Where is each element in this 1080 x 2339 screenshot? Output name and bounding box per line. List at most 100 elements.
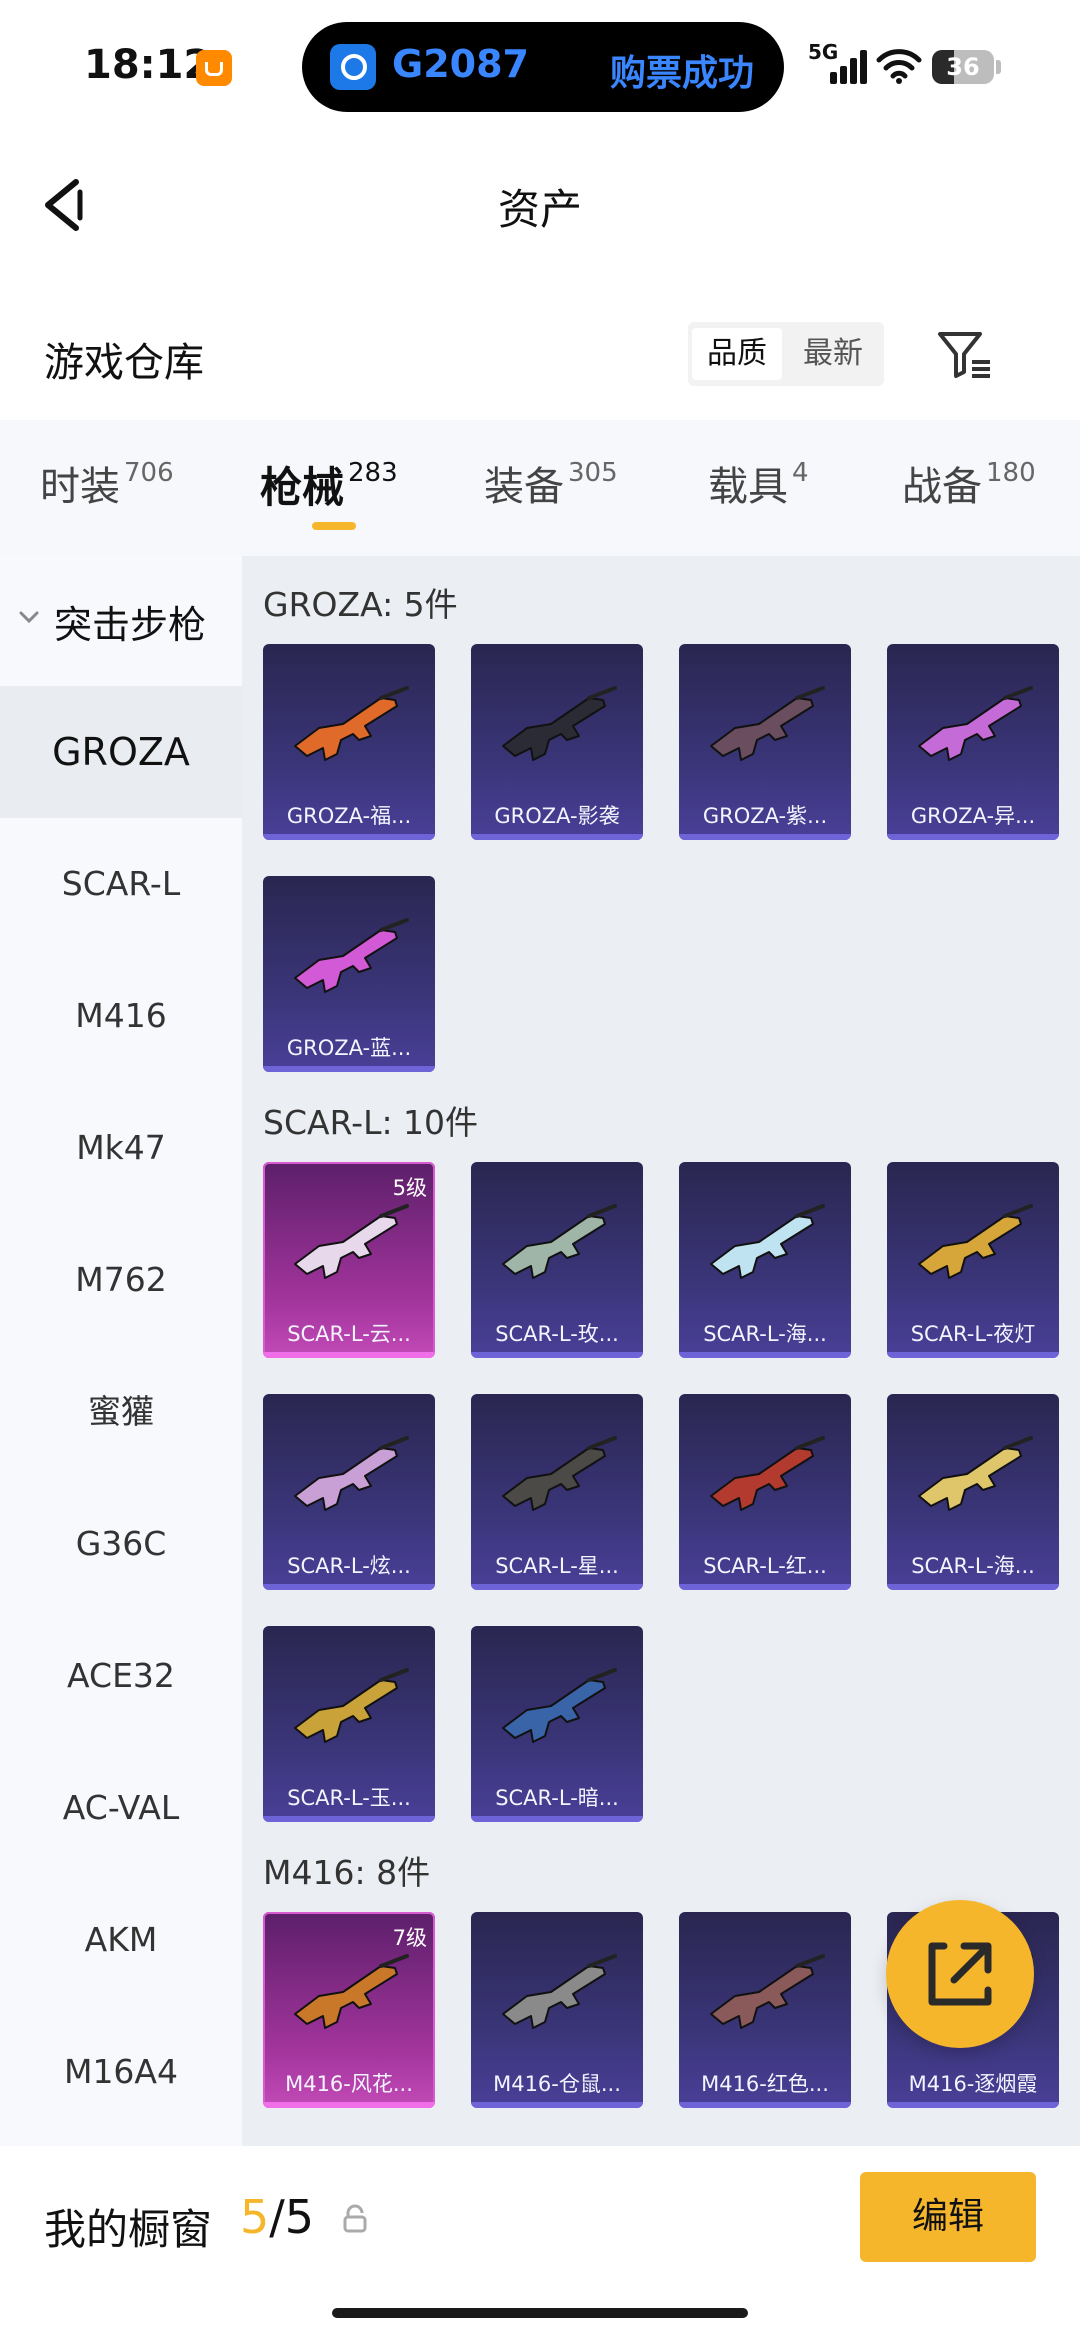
rifle-icon <box>918 1204 1033 1279</box>
shopping-app-icon <box>196 50 232 86</box>
lock-icon <box>343 2204 367 2233</box>
rarity-bar <box>263 834 435 840</box>
skin-name: SCAR-L-海... <box>911 1554 1035 1578</box>
showcase-count: 5/5 <box>240 2190 314 2244</box>
skin-name: M416-逐烟霞 <box>908 2072 1038 2096</box>
rarity-bar <box>887 1352 1059 1358</box>
tab-count: 4 <box>792 458 809 488</box>
island-message: 购票成功 <box>609 53 754 94</box>
sidebar-item-akm[interactable]: AKM <box>0 1874 242 2006</box>
skin-card[interactable]: SCAR-L-海... <box>679 1162 851 1358</box>
sidebar-item-m16a4[interactable]: M16A4 <box>0 2006 242 2138</box>
skin-name: SCAR-L-红... <box>703 1554 827 1578</box>
skin-name: M416-仓鼠... <box>493 2072 621 2096</box>
skin-card[interactable]: SCAR-L-玉... <box>263 1626 435 1822</box>
skin-name: SCAR-L-星... <box>495 1554 619 1578</box>
tab-vehicles[interactable]: 载具 4 <box>708 454 809 512</box>
sidebar-item-g36c[interactable]: G36C <box>0 1478 242 1610</box>
sort-newest-button[interactable]: 最新 <box>788 328 878 380</box>
skin-card[interactable]: M416-仓鼠... <box>471 1912 643 2108</box>
skin-name: M416-风花... <box>285 2072 413 2096</box>
tab-label: 载具 <box>708 464 788 510</box>
rifle-icon <box>710 1954 825 2029</box>
battery-level: 36 <box>946 53 980 81</box>
sidebar-item-m762[interactable]: M762 <box>0 1214 242 1346</box>
skin-card[interactable]: GROZA-影袭 <box>471 644 643 840</box>
skin-name: SCAR-L-炫... <box>287 1554 411 1578</box>
sidebar-item-ac-val[interactable]: AC-VAL <box>0 1742 242 1874</box>
rarity-bar <box>887 1584 1059 1590</box>
rarity-bar <box>887 834 1059 840</box>
showcase-current: 5 <box>240 2190 270 2244</box>
skin-name: SCAR-L-暗... <box>495 1786 619 1810</box>
showcase-total: 5 <box>284 2190 315 2244</box>
sidebar-item-scar-l[interactable]: SCAR-L <box>0 818 242 950</box>
rifle-icon <box>294 686 409 761</box>
skin-card[interactable]: SCAR-L-夜灯 <box>887 1162 1059 1358</box>
tab-equipment[interactable]: 装备 305 <box>484 454 618 512</box>
rarity-bar <box>679 1584 851 1590</box>
skin-card[interactable]: GROZA-异... <box>887 644 1059 840</box>
rifle-icon <box>294 1954 409 2029</box>
tab-label: 装备 <box>484 464 564 510</box>
share-out-icon <box>928 1942 992 2006</box>
skin-name: SCAR-L-海... <box>703 1322 827 1346</box>
skin-name: SCAR-L-云... <box>287 1322 411 1346</box>
skin-name: GROZA-异... <box>910 804 1036 828</box>
skin-card[interactable]: 7级 M416-风花... <box>263 1912 435 2108</box>
island-train-number: G2087 <box>392 42 529 86</box>
tab-fashion[interactable]: 时装 706 <box>40 454 174 512</box>
rarity-bar <box>263 1352 435 1358</box>
skin-card[interactable]: SCAR-L-玫... <box>471 1162 643 1358</box>
rifle-icon <box>918 1436 1033 1511</box>
chevron-down-icon <box>19 611 39 624</box>
rifle-icon <box>294 1204 409 1279</box>
skin-card[interactable]: SCAR-L-海... <box>887 1394 1059 1590</box>
rarity-bar <box>679 834 851 840</box>
cellular-signal-icon <box>830 48 870 84</box>
filter-icon[interactable] <box>936 328 992 380</box>
grade-badge: 5级 <box>392 1176 427 1200</box>
rifle-icon <box>710 1204 825 1279</box>
sort-quality-button[interactable]: 品质 <box>692 328 782 380</box>
sidebar-item-groza[interactable]: GROZA <box>0 686 242 818</box>
dynamic-island[interactable]: G2087 购票成功 <box>302 22 784 112</box>
railway-app-icon <box>330 44 376 90</box>
rarity-bar <box>471 1584 643 1590</box>
skin-name: SCAR-L-玉... <box>287 1786 411 1810</box>
skin-card[interactable]: GROZA-紫... <box>679 644 851 840</box>
skin-name: SCAR-L-玫... <box>495 1322 619 1346</box>
rifle-icon <box>502 1204 617 1279</box>
sidebar-item-ace32[interactable]: ACE32 <box>0 1610 242 1742</box>
sidebar-group-label: 突击步枪 <box>54 603 207 647</box>
sort-toggle: 品质 最新 <box>688 322 884 386</box>
sidebar-item-m416[interactable]: M416 <box>0 950 242 1082</box>
sidebar-group-header[interactable]: 突击步枪 <box>0 556 242 684</box>
skin-card[interactable]: SCAR-L-炫... <box>263 1394 435 1590</box>
skin-card[interactable]: SCAR-L-红... <box>679 1394 851 1590</box>
rifle-icon <box>294 1668 409 1743</box>
skin-card[interactable]: GROZA-蓝... <box>263 876 435 1072</box>
skin-card[interactable]: SCAR-L-暗... <box>471 1626 643 1822</box>
skin-name: GROZA-蓝... <box>286 1036 412 1060</box>
wifi-icon <box>876 49 922 84</box>
tab-label: 枪械 <box>260 463 345 512</box>
rarity-bar <box>263 1584 435 1590</box>
tab-combat-gear[interactable]: 战备 180 <box>902 454 1036 512</box>
sidebar-item-mk47[interactable]: Mk47 <box>0 1082 242 1214</box>
group-title: M416: 8件 <box>263 1853 431 1892</box>
warehouse-title: 游戏仓库 <box>44 340 204 386</box>
share-button[interactable] <box>886 1900 1034 2048</box>
skin-card[interactable]: 5级 SCAR-L-云... <box>263 1162 435 1358</box>
skin-card[interactable]: SCAR-L-星... <box>471 1394 643 1590</box>
skin-card[interactable]: GROZA-福... <box>263 644 435 840</box>
tab-label: 战备 <box>902 464 982 510</box>
rifle-icon <box>294 918 409 993</box>
skin-card[interactable]: M416-红色... <box>679 1912 851 2108</box>
edit-button[interactable]: 编辑 <box>860 2172 1036 2262</box>
tab-count: 180 <box>986 458 1036 488</box>
active-tab-indicator <box>312 522 356 530</box>
tab-firearms[interactable]: 枪械 283 <box>260 454 398 515</box>
sidebar-item-honey-badger[interactable]: 蜜獾 <box>0 1346 242 1478</box>
rifle-icon <box>710 1436 825 1511</box>
